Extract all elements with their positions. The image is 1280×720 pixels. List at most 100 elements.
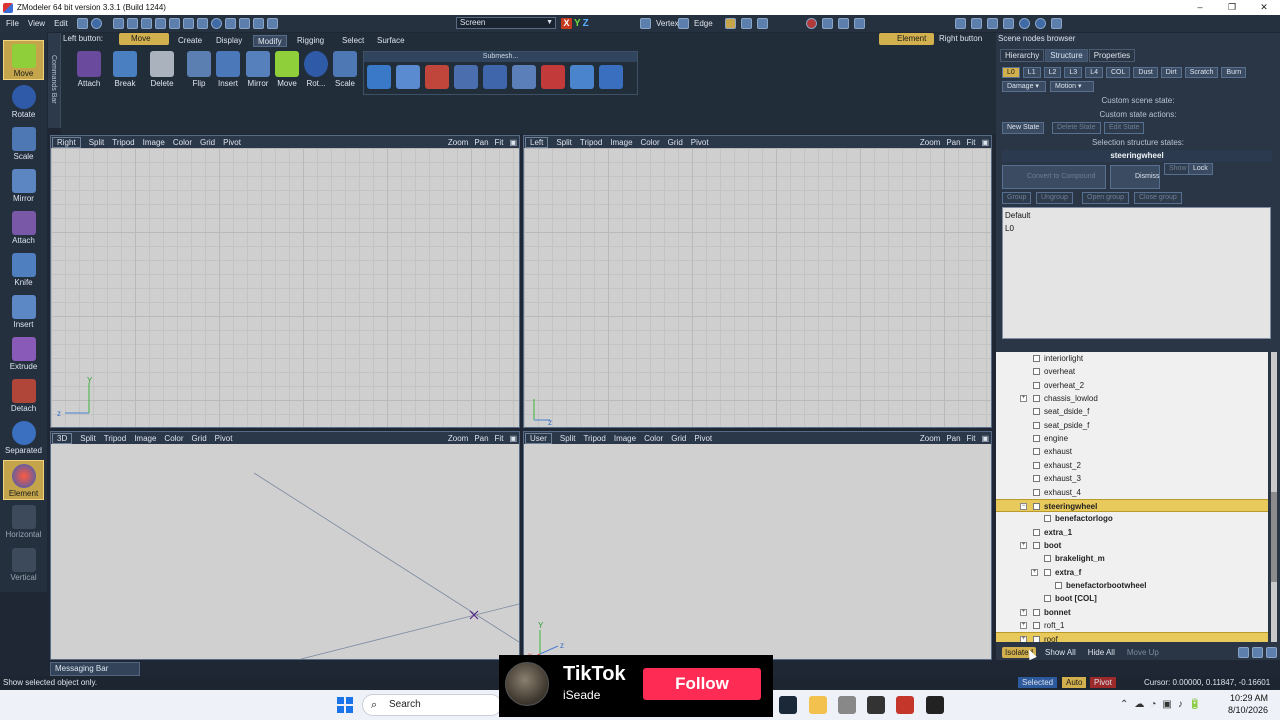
element-chip[interactable]: Element xyxy=(879,33,935,45)
vp-color[interactable]: Color xyxy=(641,138,660,147)
vp-split[interactable]: Split xyxy=(89,138,105,147)
damage-dropdown[interactable]: Damage ▾ xyxy=(1002,81,1046,92)
vp-image[interactable]: Image xyxy=(143,138,165,147)
vp-pan[interactable]: Pan xyxy=(474,138,488,147)
visibility-checkbox[interactable] xyxy=(1033,541,1040,549)
tree-row[interactable]: + chassis_lowlod xyxy=(996,392,1268,405)
vp-color[interactable]: Color xyxy=(164,434,183,443)
file-explorer-icon[interactable] xyxy=(809,696,827,714)
history-back-icon[interactable] xyxy=(838,17,849,29)
move-up-button[interactable]: Move Up xyxy=(1124,647,1162,658)
copy-icon[interactable] xyxy=(1238,646,1249,658)
vp-pivot[interactable]: Pivot xyxy=(223,138,241,147)
viewport-canvas[interactable]: Y z x xyxy=(524,444,991,659)
maximize-button[interactable]: ❐ xyxy=(1216,0,1248,15)
view-layout-icon[interactable] xyxy=(955,17,966,29)
visibility-checkbox[interactable] xyxy=(1044,595,1051,603)
tool-separated[interactable]: Separated xyxy=(3,418,44,458)
tool-horizontal[interactable]: Horizontal xyxy=(3,502,44,542)
tree-row[interactable]: exhaust xyxy=(996,445,1268,458)
view-light-icon[interactable] xyxy=(1003,17,1014,29)
submesh-grid-icon[interactable] xyxy=(599,65,623,89)
import-icon[interactable] xyxy=(168,18,180,29)
submesh-weld-icon[interactable] xyxy=(454,65,478,89)
z-axis-icon[interactable]: Z xyxy=(583,18,589,29)
visibility-checkbox[interactable] xyxy=(1044,515,1051,523)
export-icon[interactable] xyxy=(182,18,194,29)
copy-icon[interactable] xyxy=(224,18,236,29)
tree-row[interactable]: exhaust_3 xyxy=(996,472,1268,485)
visibility-checkbox[interactable] xyxy=(1033,608,1040,616)
viewport-canvas[interactable]: Y z xyxy=(51,148,519,427)
windows-start-icon[interactable] xyxy=(337,697,353,713)
tree-row[interactable]: + roof xyxy=(996,632,1268,642)
ribbon-rotate[interactable]: Rot... xyxy=(301,51,331,88)
tree-scrollbar[interactable] xyxy=(1271,352,1277,642)
list-icon[interactable] xyxy=(1266,646,1277,658)
tree-row[interactable]: seat_dside_f xyxy=(996,405,1268,418)
ribbon-attach[interactable]: Attach xyxy=(74,51,104,88)
undo-icon[interactable] xyxy=(238,18,250,29)
vp-pivot[interactable]: Pivot xyxy=(694,434,712,443)
viewport-3d[interactable]: 3D Split Tripod Image Color Grid Pivot Z… xyxy=(50,431,520,660)
commands-bar-strip[interactable]: Commands Bar xyxy=(48,33,61,128)
menu-view[interactable]: View xyxy=(28,19,45,28)
visibility-checkbox[interactable] xyxy=(1033,421,1040,429)
lod-l3-button[interactable]: L3 xyxy=(1064,67,1083,78)
lock-button[interactable]: Lock xyxy=(1188,163,1213,175)
history-forward-icon[interactable] xyxy=(854,17,865,29)
submesh-cut-icon[interactable] xyxy=(512,65,536,89)
expand-toggle-icon[interactable]: + xyxy=(1020,541,1027,549)
save-icon[interactable] xyxy=(140,18,152,29)
help-icon[interactable] xyxy=(90,18,102,29)
close-button[interactable]: ✕ xyxy=(1248,0,1280,15)
ungroup-button[interactable]: Ungroup xyxy=(1036,192,1073,204)
y-axis-icon[interactable]: Y xyxy=(574,18,581,29)
element-mode-icon[interactable] xyxy=(725,17,736,29)
maximize-icon[interactable]: ▣ xyxy=(509,138,517,147)
vp-color[interactable]: Color xyxy=(173,138,192,147)
visibility-checkbox[interactable] xyxy=(1033,636,1040,642)
visibility-checkbox[interactable] xyxy=(1033,395,1040,403)
tab-structure[interactable]: Structure xyxy=(1045,49,1088,62)
submesh-cube-icon[interactable] xyxy=(367,65,391,89)
vp-zoom[interactable]: Zoom xyxy=(920,138,940,147)
submesh-uv-icon[interactable] xyxy=(570,65,594,89)
motion-dropdown[interactable]: Motion ▾ xyxy=(1050,81,1094,92)
visibility-checkbox[interactable] xyxy=(1033,528,1040,536)
scrollbar-thumb[interactable] xyxy=(1271,492,1277,582)
coordinate-mode-select[interactable]: Screen ▼ xyxy=(456,17,556,29)
auto-indicator[interactable]: Auto xyxy=(1062,677,1087,688)
vp-grid[interactable]: Grid xyxy=(200,138,215,147)
tab-modify[interactable]: Modify xyxy=(253,35,287,47)
expand-toggle-icon[interactable]: + xyxy=(1020,622,1027,629)
tree-row[interactable]: − steeringwheel xyxy=(996,498,1268,512)
new-state-button[interactable]: New State xyxy=(1002,122,1045,134)
vp-split[interactable]: Split xyxy=(80,434,96,443)
x-axis-icon[interactable]: X xyxy=(561,17,572,29)
scratch-button[interactable]: Scratch xyxy=(1184,67,1219,78)
lod-l2-button[interactable]: L2 xyxy=(1043,67,1062,78)
visibility-checkbox[interactable] xyxy=(1033,622,1040,629)
view-refresh-icon[interactable] xyxy=(1035,17,1046,29)
vp-pan[interactable]: Pan xyxy=(946,434,960,443)
show-all-button[interactable]: Show All xyxy=(1042,647,1079,658)
clock[interactable]: 10:29 AM 8/10/2026 xyxy=(1228,692,1268,716)
state-default[interactable]: Default xyxy=(1005,211,1030,220)
tree-row[interactable]: engine xyxy=(996,432,1268,445)
maximize-icon[interactable]: ▣ xyxy=(981,138,989,147)
vp-fit[interactable]: Fit xyxy=(967,138,976,147)
ribbon-move[interactable]: Move xyxy=(272,51,302,88)
tree-row[interactable]: boot [COL] xyxy=(996,592,1268,605)
open-file-icon[interactable] xyxy=(126,18,138,29)
record-icon[interactable] xyxy=(210,18,222,29)
vp-zoom[interactable]: Zoom xyxy=(448,138,468,147)
dirt-button[interactable]: Dirt xyxy=(1160,67,1182,78)
vp-zoom[interactable]: Zoom xyxy=(920,434,940,443)
view-camera-icon[interactable] xyxy=(987,17,998,29)
vp-fit[interactable]: Fit xyxy=(495,138,504,147)
tab-surface[interactable]: Surface xyxy=(373,35,409,47)
messaging-bar[interactable]: Messaging Bar xyxy=(50,662,140,676)
state-l0[interactable]: L0 xyxy=(1005,224,1014,233)
view-sphere-icon[interactable] xyxy=(1019,17,1030,29)
